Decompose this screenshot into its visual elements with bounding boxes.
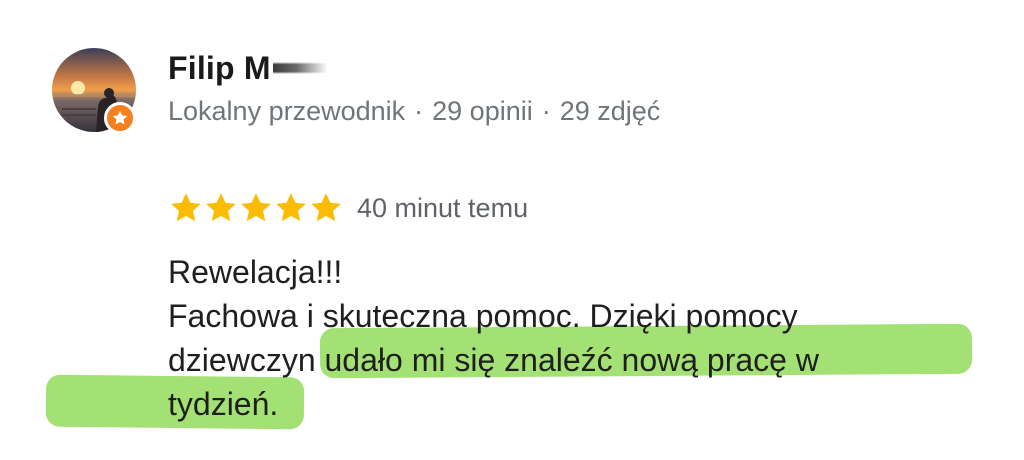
review-text-line: Rewelacja!!! <box>168 254 343 290</box>
star-rating <box>168 190 343 226</box>
review-text-line: dziewczyn udało mi się znaleźć nową prac… <box>168 342 819 378</box>
reviewer-meta: Lokalny przewodnik · 29 opinii · 29 zdjęć <box>168 96 660 127</box>
redaction-smudge <box>272 53 351 83</box>
local-guide-badge <box>104 102 136 134</box>
reviewer-name[interactable]: Filip M <box>168 50 351 87</box>
reviewer-avatar[interactable] <box>52 48 138 134</box>
review-text-line: Fachowa i skuteczna pomoc. Dzięki pomocy <box>168 298 798 334</box>
star-icon <box>276 193 306 222</box>
local-guide-star-icon <box>112 110 128 125</box>
review-text: Rewelacja!!! Fachowa i skuteczna pomoc. … <box>168 250 988 426</box>
review-card: Filip M Lokalny przewodnik · 29 opinii · 29 … <box>0 0 1024 460</box>
star-icon <box>241 193 271 222</box>
meta-separator: · <box>414 96 424 126</box>
reviewer-name-text: Filip M <box>168 50 271 86</box>
meta-separator: · <box>541 96 551 126</box>
review-count: 29 opinii <box>432 96 533 126</box>
star-icon <box>171 193 201 222</box>
review-time: 40 minut temu <box>357 192 529 223</box>
review-text-line: tydzień. <box>168 386 279 422</box>
rating-row: 40 minut temu <box>168 190 528 226</box>
photo-count: 29 zdjęć <box>559 96 661 126</box>
star-icon <box>311 193 341 222</box>
local-guide-label: Lokalny przewodnik <box>168 96 406 126</box>
star-icon <box>206 193 236 222</box>
